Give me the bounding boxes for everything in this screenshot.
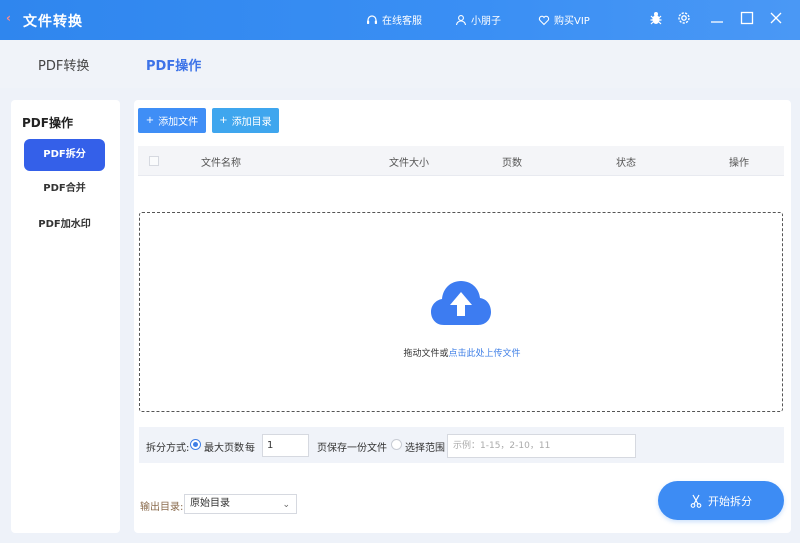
cloud-upload-icon[interactable] [430,279,492,329]
bug-icon[interactable] [648,10,664,26]
output-dir-label: 输出目录: [140,502,184,513]
scissors-icon [690,494,702,508]
per-label: 每 [245,443,255,454]
top-tabs: PDF转换 PDF操作 [0,40,800,88]
tab-pdf-operations[interactable]: PDF操作 [146,55,201,74]
headset-icon [367,14,377,24]
heart-icon [538,15,550,25]
buy-vip-link[interactable]: 购买VIP [538,12,590,27]
upload-link[interactable]: 点击此处上传文件 [449,349,521,359]
save-per-file-label: 页保存一份文件 [317,443,387,454]
max-pages-label: 最大页数 [204,443,244,454]
select-all-checkbox[interactable] [149,156,159,166]
output-dir-select[interactable]: 原始目录 ⌄ [184,494,297,514]
split-method-label: 拆分方式: [146,443,190,454]
split-options: 拆分方式: 最大页数 每 1 页保存一份文件 选择范围 [139,427,784,463]
tab-pdf-convert[interactable]: PDF转换 [38,55,89,74]
col-actions: 操作 [729,158,749,169]
col-file-size: 文件大小 [389,158,429,169]
online-support-label: 在线客服 [382,16,422,27]
col-pages: 页数 [502,158,522,169]
close-icon[interactable] [768,10,784,26]
buy-vip-label: 购买VIP [554,16,590,27]
col-file-name: 文件名称 [201,158,241,169]
sidebar-item-pdf-watermark[interactable]: PDF加水印 [24,209,105,241]
select-range-radio[interactable] [391,439,402,450]
output-dir-value: 原始目录 [190,498,230,509]
sidebar-item-pdf-split[interactable]: PDF拆分 [24,139,105,171]
add-file-button[interactable]: + 添加文件 [138,108,206,133]
user-icon [455,14,467,25]
max-pages-radio[interactable] [190,439,201,450]
plus-icon: + [145,115,155,126]
sidebar-title: PDF操作 [22,116,73,130]
sidebar-item-pdf-merge[interactable]: PDF合并 [24,173,105,205]
upload-dropzone[interactable]: 拖动文件或点击此处上传文件 [139,212,783,412]
back-icon[interactable]: ‹ [6,11,11,25]
start-split-label: 开始拆分 [708,494,752,508]
gear-icon[interactable] [676,10,692,26]
add-file-label: 添加文件 [158,117,199,128]
add-folder-button[interactable]: + 添加目录 [212,108,279,133]
start-split-button[interactable]: 开始拆分 [658,481,784,520]
file-table-header: 文件名称 文件大小 页数 状态 操作 [138,146,784,176]
sidebar: PDF操作 PDF拆分 PDF合并 PDF加水印 [11,100,120,533]
user-name: 小朋子 [471,16,501,27]
dropzone-hint: 拖动文件或 [403,349,449,359]
col-status: 状态 [616,158,636,169]
plus-icon: + [219,115,228,126]
main-panel: + 添加文件 + 添加目录 文件名称 文件大小 页数 状态 操作 拖动文件或点击… [134,100,791,533]
chevron-down-icon: ⌄ [282,500,290,510]
user-account-link[interactable]: 小朋子 [455,12,501,27]
dropzone-text: 拖动文件或点击此处上传文件 [140,346,784,359]
title-bar: ‹ 文件转换 在线客服 小朋子 购买VIP [0,0,800,40]
online-support-link[interactable]: 在线客服 [366,12,422,27]
app-title: 文件转换 [23,14,83,30]
pages-per-file-input[interactable]: 1 [262,434,309,457]
minimize-icon[interactable] [709,10,725,26]
add-folder-label: 添加目录 [231,117,272,128]
page-range-input[interactable] [447,434,636,458]
maximize-icon[interactable] [739,10,755,26]
select-range-label: 选择范围 [405,443,445,454]
